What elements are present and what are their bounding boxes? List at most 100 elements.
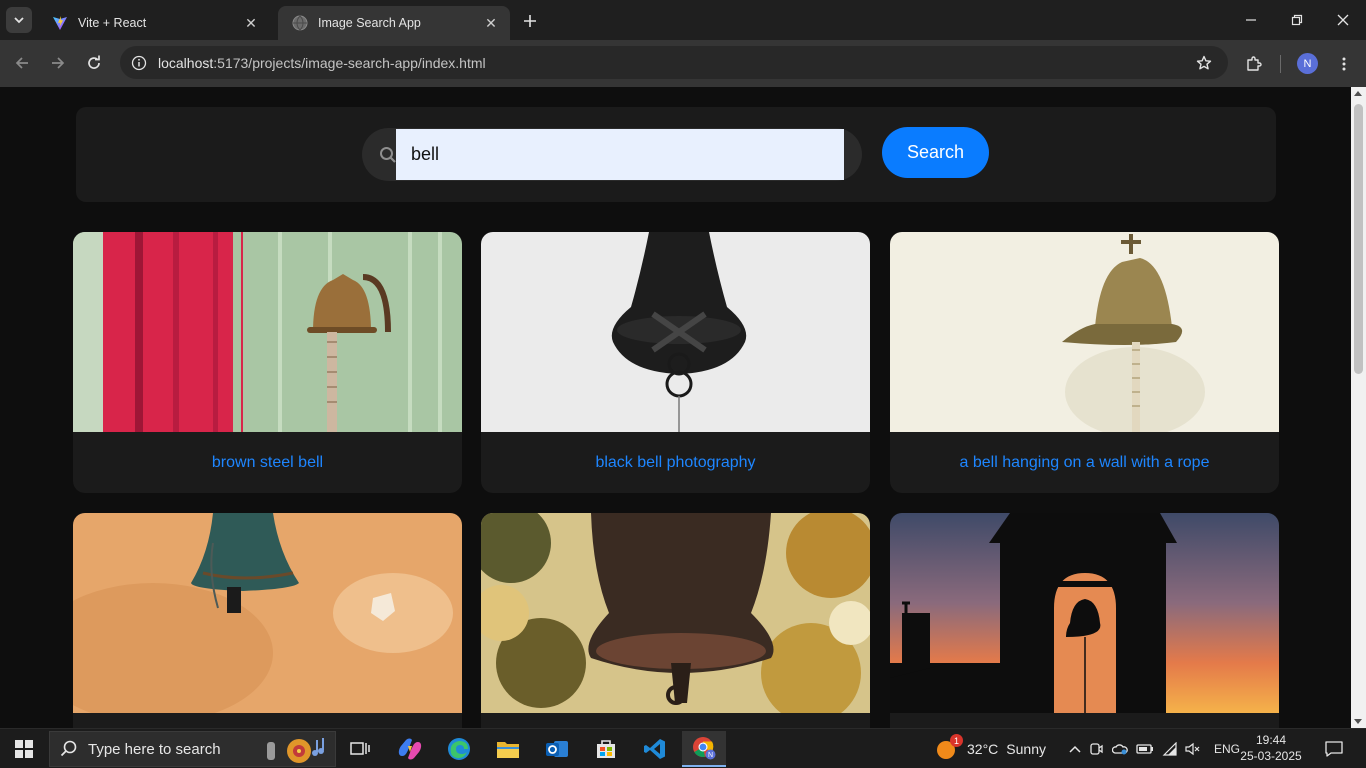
outlook-app[interactable] bbox=[535, 731, 579, 767]
tab-search-button[interactable] bbox=[6, 7, 32, 33]
search-button[interactable]: Search bbox=[882, 127, 989, 178]
weather-temperature: 32°C bbox=[967, 741, 999, 757]
clock-time: 19:44 bbox=[1255, 733, 1287, 747]
search-panel: Search bbox=[76, 107, 1276, 202]
clock-date: 25-03-2025 bbox=[1240, 749, 1302, 763]
arrow-right-icon bbox=[52, 57, 65, 69]
scroll-up-arrow-icon[interactable] bbox=[1354, 91, 1362, 96]
reload-icon bbox=[88, 55, 100, 69]
tab-title: Image Search App bbox=[318, 16, 421, 30]
outlook-icon bbox=[546, 741, 568, 757]
show-hidden-icons-chevron-icon[interactable] bbox=[1066, 745, 1084, 753]
edge-browser-icon bbox=[448, 738, 470, 760]
vscode-app[interactable] bbox=[633, 731, 677, 767]
result-image[interactable] bbox=[890, 232, 1279, 432]
input-language[interactable]: ENG bbox=[1214, 742, 1240, 756]
chrome-app[interactable]: N bbox=[682, 731, 726, 767]
battery-icon[interactable] bbox=[1132, 743, 1158, 755]
result-image[interactable] bbox=[73, 513, 462, 713]
start-button[interactable] bbox=[6, 735, 42, 763]
meet-now-icon[interactable] bbox=[1084, 742, 1108, 756]
search-input[interactable] bbox=[396, 129, 844, 180]
svg-text:N: N bbox=[708, 752, 713, 759]
result-card[interactable]: brown steel bell bbox=[73, 232, 462, 493]
wifi-icon[interactable] bbox=[1158, 742, 1182, 756]
new-tab-button[interactable] bbox=[518, 9, 542, 33]
volume-muted-icon[interactable] bbox=[1182, 742, 1204, 756]
result-image[interactable] bbox=[481, 232, 870, 432]
profile-avatar[interactable]: N bbox=[1297, 53, 1318, 74]
url-text: localhost:5173/projects/image-search-app… bbox=[158, 55, 486, 71]
extensions-button[interactable] bbox=[1242, 52, 1266, 76]
reload-button[interactable] bbox=[80, 49, 108, 77]
address-bar[interactable]: localhost:5173/projects/image-search-app… bbox=[120, 46, 1228, 79]
chrome-icon: N bbox=[693, 737, 716, 760]
store-icon bbox=[597, 740, 615, 758]
result-caption[interactable]: black bell photography bbox=[481, 432, 870, 493]
puzzle-icon bbox=[1247, 56, 1262, 71]
tab-strip: Vite + React ✕ Image Search App ✕ bbox=[0, 0, 1366, 40]
bookmark-star-icon[interactable] bbox=[1194, 53, 1214, 73]
microsoft-store-app[interactable] bbox=[584, 731, 628, 767]
tab-image-search-app[interactable]: Image Search App ✕ bbox=[278, 6, 510, 40]
notification-icon bbox=[1325, 741, 1343, 757]
onedrive-icon[interactable] bbox=[1108, 743, 1132, 755]
back-button[interactable] bbox=[8, 49, 36, 77]
minimize-button[interactable] bbox=[1228, 0, 1274, 40]
copilot-icon bbox=[398, 738, 422, 760]
taskbar-search-box[interactable]: Type here to search bbox=[49, 731, 336, 767]
search-icon bbox=[60, 740, 77, 757]
restore-button[interactable] bbox=[1274, 0, 1320, 40]
task-view-icon bbox=[350, 742, 370, 755]
browser-toolbar: localhost:5173/projects/image-search-app… bbox=[0, 40, 1366, 87]
vite-logo-icon bbox=[52, 15, 68, 31]
close-tab-icon[interactable]: ✕ bbox=[482, 14, 500, 32]
result-image[interactable] bbox=[890, 513, 1279, 713]
close-tab-icon[interactable]: ✕ bbox=[242, 14, 260, 32]
result-card[interactable] bbox=[73, 513, 462, 728]
scroll-thumb[interactable] bbox=[1354, 104, 1363, 374]
result-caption[interactable] bbox=[890, 713, 1279, 728]
notifications-button[interactable] bbox=[1320, 729, 1348, 768]
result-caption[interactable]: brown steel bell bbox=[73, 432, 462, 493]
arrow-left-icon bbox=[15, 57, 28, 69]
folder-icon bbox=[497, 742, 519, 758]
url-host: localhost bbox=[158, 54, 214, 71]
info-icon[interactable] bbox=[130, 54, 148, 72]
tab-title: Vite + React bbox=[78, 16, 147, 30]
globe-icon bbox=[292, 15, 308, 31]
weather-condition: Sunny bbox=[1006, 741, 1046, 757]
close-icon bbox=[1337, 14, 1349, 26]
system-tray: ENG bbox=[1066, 729, 1240, 768]
result-card[interactable]: a bell hanging on a wall with a rope bbox=[890, 232, 1279, 493]
task-view-button[interactable] bbox=[338, 731, 382, 767]
result-card[interactable] bbox=[481, 513, 870, 728]
weather-widget[interactable]: 1 32°C Sunny bbox=[935, 729, 1046, 768]
result-card[interactable] bbox=[890, 513, 1279, 728]
restore-icon bbox=[1291, 14, 1303, 26]
windows-taskbar: Type here to search N 1 32°C Sunny ENG 1… bbox=[0, 728, 1366, 768]
scroll-down-arrow-icon[interactable] bbox=[1354, 719, 1362, 724]
copilot-app[interactable] bbox=[388, 731, 432, 767]
clock[interactable]: 19:44 25-03-2025 bbox=[1238, 732, 1304, 764]
result-image[interactable] bbox=[481, 513, 870, 713]
result-caption[interactable]: a bell hanging on a wall with a rope bbox=[890, 432, 1279, 493]
plus-icon bbox=[524, 15, 536, 27]
search-highlight-illustration-icon bbox=[267, 738, 324, 763]
result-caption[interactable] bbox=[73, 713, 462, 728]
more-vertical-icon bbox=[1342, 57, 1346, 71]
page-scrollbar[interactable] bbox=[1351, 87, 1366, 728]
forward-button[interactable] bbox=[44, 49, 72, 77]
result-image[interactable] bbox=[73, 232, 462, 432]
tab-vite-react[interactable]: Vite + React ✕ bbox=[38, 6, 270, 40]
weather-sun-icon: 1 bbox=[935, 734, 963, 760]
edge-app[interactable] bbox=[437, 731, 481, 767]
result-card[interactable]: black bell photography bbox=[481, 232, 870, 493]
vscode-icon bbox=[644, 739, 665, 759]
close-window-button[interactable] bbox=[1320, 0, 1366, 40]
result-caption[interactable] bbox=[481, 713, 870, 728]
page-viewport: Search bbox=[0, 87, 1366, 728]
weather-alert-badge: 1 bbox=[950, 734, 963, 747]
file-explorer-app[interactable] bbox=[486, 731, 530, 767]
browser-menu-button[interactable] bbox=[1332, 52, 1356, 76]
